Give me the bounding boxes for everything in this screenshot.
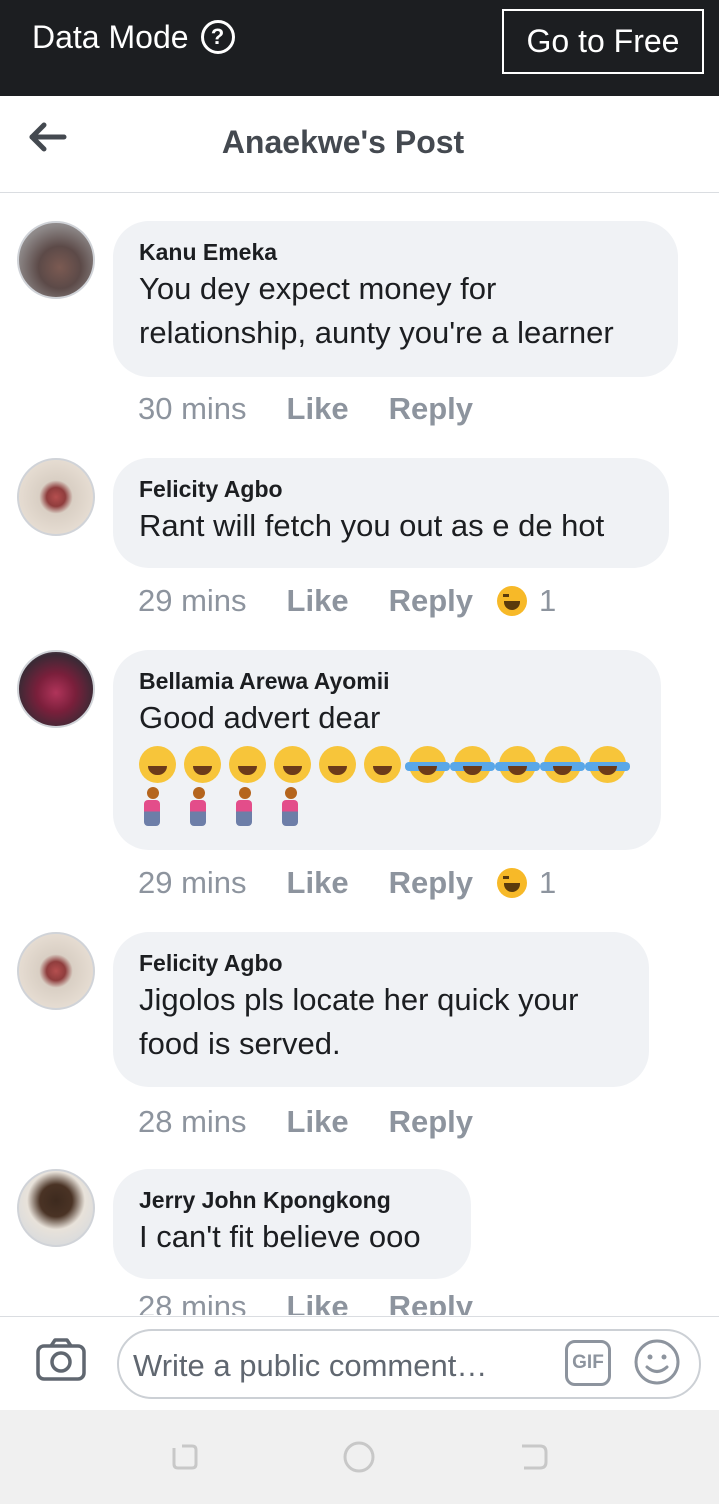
tears-of-joy-emoji-icon	[450, 746, 495, 783]
comment-input-placeholder: Write a public comment…	[133, 1348, 488, 1383]
emoji-sequence	[139, 746, 635, 783]
post-header: Anaekwe's Post	[0, 96, 719, 193]
data-mode-label: Data Mode	[32, 19, 189, 55]
hand-over-mouth-emoji-icon	[184, 746, 221, 783]
reaction-count[interactable]: 1	[539, 583, 556, 619]
comment-time[interactable]: 29 mins	[138, 583, 247, 619]
tears-of-joy-emoji-icon	[495, 746, 540, 783]
like-button[interactable]: Like	[287, 865, 349, 901]
comment-author[interactable]: Kanu Emeka	[139, 237, 652, 267]
haha-reaction-icon[interactable]	[497, 586, 527, 616]
system-nav-bar	[0, 1410, 719, 1504]
reply-button[interactable]: Reply	[389, 865, 473, 901]
comment-text: Good advert dear	[139, 700, 381, 735]
comments-list: Kanu Emeka You dey expect money for rela…	[0, 193, 719, 1315]
comment-actions: 29 mins Like Reply 1	[138, 583, 556, 619]
like-button[interactable]: Like	[287, 1289, 349, 1315]
comment-time[interactable]: 30 mins	[138, 391, 247, 427]
comment-actions: 30 mins Like Reply	[138, 391, 513, 427]
like-button[interactable]: Like	[287, 391, 349, 427]
woman-walking-emoji-icon	[139, 787, 165, 827]
woman-walking-emoji-icon	[185, 787, 211, 827]
help-icon[interactable]: ?	[200, 20, 235, 54]
emoji-icon[interactable]	[633, 1338, 681, 1386]
sneezing-emoji-icon	[319, 746, 356, 783]
avatar[interactable]	[17, 932, 95, 1010]
grinning-emoji-icon	[274, 746, 311, 783]
avatar[interactable]	[17, 458, 95, 536]
comment-time[interactable]: 28 mins	[138, 1104, 247, 1140]
comment-composer: Write a public comment… GIF	[0, 1316, 719, 1411]
camera-icon[interactable]	[36, 1337, 86, 1381]
comment-author[interactable]: Felicity Agbo	[139, 948, 623, 978]
tears-of-joy-emoji-icon	[585, 746, 630, 783]
comment-actions: 28 mins Like Reply	[138, 1104, 513, 1140]
home-icon[interactable]	[342, 1440, 376, 1474]
tears-of-joy-emoji-icon	[540, 746, 585, 783]
comment-bubble: Felicity Agbo Rant will fetch you out as…	[113, 458, 669, 568]
haha-reaction-icon[interactable]	[497, 868, 527, 898]
reaction-count[interactable]: 1	[539, 865, 556, 901]
comment-text: Rant will fetch you out as e de hot	[139, 508, 605, 543]
woman-walking-emoji-icon	[277, 787, 303, 827]
reply-button[interactable]: Reply	[389, 583, 473, 619]
comment-actions: 29 mins Like Reply 1	[138, 865, 556, 901]
comment-author[interactable]: Bellamia Arewa Ayomii	[139, 666, 635, 696]
comment-bubble: Felicity Agbo Jigolos pls locate her qui…	[113, 932, 649, 1087]
hand-over-mouth-emoji-icon	[139, 746, 176, 783]
data-mode-bar: Data Mode ? Go to Free	[0, 0, 719, 96]
reply-button[interactable]: Reply	[389, 391, 473, 427]
woman-walking-emoji-icon	[231, 787, 257, 827]
comment-time[interactable]: 28 mins	[138, 1289, 247, 1315]
reply-button[interactable]: Reply	[389, 1104, 473, 1140]
comment-text: Jigolos pls locate her quick your food i…	[139, 982, 579, 1061]
page-title: Anaekwe's Post	[221, 124, 465, 160]
go-to-free-button[interactable]: Go to Free	[502, 9, 704, 74]
comment-text: I can't fit believe ooo	[139, 1219, 421, 1254]
comment-time[interactable]: 29 mins	[138, 865, 247, 901]
comment-bubble: Jerry John Kpongkong I can't fit believe…	[113, 1169, 471, 1279]
comment-input[interactable]: Write a public comment… GIF	[117, 1329, 701, 1399]
data-mode-indicator[interactable]: Data Mode ?	[32, 18, 235, 56]
recents-icon[interactable]	[168, 1440, 200, 1472]
back-nav-icon[interactable]	[518, 1440, 550, 1472]
tears-of-joy-emoji-icon	[405, 746, 450, 783]
gif-icon[interactable]: GIF	[565, 1340, 611, 1386]
like-button[interactable]: Like	[287, 583, 349, 619]
comment-actions: 28 mins Like Reply	[138, 1289, 513, 1315]
reply-button[interactable]: Reply	[389, 1289, 473, 1315]
avatar[interactable]	[17, 1169, 95, 1247]
sneezing-emoji-icon	[364, 746, 401, 783]
comment-author[interactable]: Felicity Agbo	[139, 474, 643, 504]
avatar[interactable]	[17, 650, 95, 728]
comment-bubble: Kanu Emeka You dey expect money for rela…	[113, 221, 678, 377]
comment-author[interactable]: Jerry John Kpongkong	[139, 1185, 445, 1215]
emoji-sequence	[139, 787, 635, 827]
like-button[interactable]: Like	[287, 1104, 349, 1140]
comment-text: You dey expect money for relationship, a…	[139, 271, 614, 350]
comment-bubble: Bellamia Arewa Ayomii Good advert dear	[113, 650, 661, 850]
avatar[interactable]	[17, 221, 95, 299]
grinning-emoji-icon	[229, 746, 266, 783]
